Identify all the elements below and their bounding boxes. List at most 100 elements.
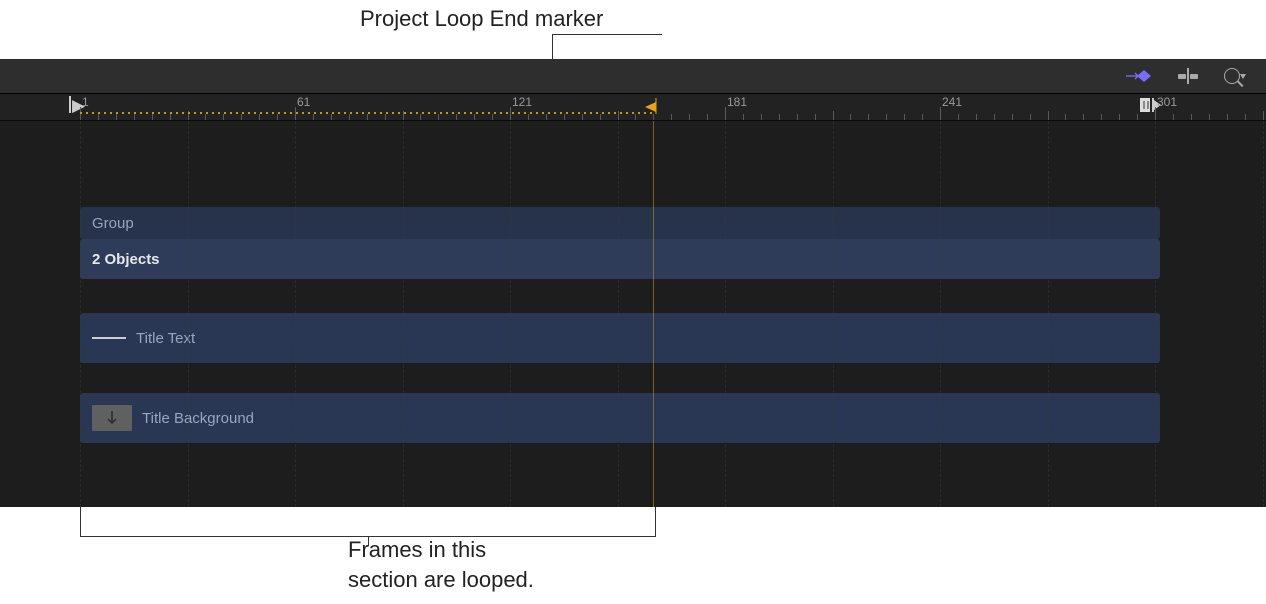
timeline-tracks-area[interactable]: Group 2 Objects Title Text Title Backgro…: [0, 121, 1266, 507]
grid-line: [618, 121, 619, 507]
project-loop-end-marker[interactable]: [643, 98, 657, 114]
ruler-tick: [331, 114, 332, 120]
ruler-tick: [1119, 114, 1120, 120]
callout-loop-frames: Frames in thissection are looped.: [348, 535, 534, 594]
ruler-label: 181: [727, 95, 747, 109]
grid-line: [940, 121, 941, 507]
ruler-label: 241: [942, 95, 962, 109]
clip-label: Title Background: [142, 410, 254, 427]
ruler-tick: [152, 114, 153, 120]
grid-line: [1263, 121, 1264, 507]
ruler-tick: [420, 114, 421, 120]
track-clip-title-text[interactable]: Title Text: [80, 313, 1160, 363]
ruler-tick: [958, 114, 959, 120]
ruler-tick: [1173, 114, 1174, 120]
grid-line: [1155, 121, 1156, 507]
ruler-tick: [438, 114, 439, 120]
ruler-tick: [1137, 114, 1138, 120]
snapping-icon[interactable]: [1178, 68, 1198, 84]
grid-line: [1048, 121, 1049, 507]
keyframe-icon[interactable]: [1124, 69, 1152, 83]
ruler-tick: [653, 114, 654, 120]
ruler-tick: [241, 114, 242, 120]
ruler-tick: [922, 114, 923, 120]
zoom-control[interactable]: [1224, 68, 1246, 84]
grid-line: [188, 121, 189, 507]
ruler-tick: [546, 114, 547, 120]
ruler-tick: [815, 114, 816, 120]
grid-line: [80, 121, 81, 507]
ruler-tick: [259, 114, 260, 120]
ruler-tick: [707, 114, 708, 120]
timeline-toolbar: [0, 59, 1266, 94]
group-label: Group: [92, 215, 134, 232]
grid-line: [510, 121, 511, 507]
ruler-tick: [492, 114, 493, 120]
ruler-tick: [134, 114, 135, 120]
ruler-tick: [743, 114, 744, 120]
ruler-tick: [1101, 114, 1102, 120]
ruler-tick: [205, 114, 206, 120]
ruler-label: 1: [82, 95, 89, 109]
ruler-tick: [635, 114, 636, 120]
ruler-tick: [1209, 114, 1210, 120]
ruler-label: 61: [297, 95, 310, 109]
ruler-tick: [1155, 107, 1156, 120]
ruler-tick: [689, 114, 690, 120]
loop-end-line: [653, 121, 654, 507]
ruler-tick: [850, 114, 851, 120]
grid-line: [833, 121, 834, 507]
ruler-tick: [833, 111, 834, 120]
chevron-down-icon: [1240, 74, 1246, 79]
clip-label: Title Text: [136, 330, 195, 347]
ruler-tick: [1012, 114, 1013, 120]
ruler-tick: [564, 114, 565, 120]
ruler-tick: [582, 114, 583, 120]
ruler-tick: [1048, 111, 1049, 120]
ruler-tick: [98, 114, 99, 120]
ruler-tick: [940, 107, 941, 120]
ruler-tick: [886, 114, 887, 120]
ruler-tick: [1065, 114, 1066, 120]
callout-loop-end: Project Loop End marker: [360, 4, 603, 34]
ruler-tick: [1263, 111, 1264, 120]
ruler-tick: [1030, 114, 1031, 120]
leader-line-bottom: [80, 507, 656, 537]
ruler-tick: [313, 114, 314, 120]
ruler-tick: [1083, 114, 1084, 120]
ruler-tick: [1191, 114, 1192, 120]
ruler-tick: [349, 114, 350, 120]
ruler-tick: [367, 114, 368, 120]
track-clip-title-background[interactable]: Title Background: [80, 393, 1160, 443]
ruler-tick: [671, 114, 672, 120]
ruler-tick: [994, 114, 995, 120]
ruler-tick: [976, 114, 977, 120]
ruler-tick: [868, 114, 869, 120]
ruler-tick: [779, 114, 780, 120]
ruler-label: 301: [1157, 95, 1177, 109]
ruler-tick: [1245, 114, 1246, 120]
ruler-tick: [797, 114, 798, 120]
grid-line: [725, 121, 726, 507]
loop-range[interactable]: [80, 112, 653, 114]
zoom-icon: [1224, 68, 1240, 84]
group-summary-clip[interactable]: 2 Objects: [80, 239, 1160, 279]
ruler-tick: [904, 114, 905, 120]
ruler-tick: [528, 114, 529, 120]
timeline-panel: ▶ 161121181241301 Group 2 Objects Title …: [0, 59, 1266, 507]
ruler-tick: [170, 114, 171, 120]
ruler-tick: [116, 114, 117, 120]
ruler-tick: [725, 107, 726, 120]
group-count: 2 Objects: [92, 251, 160, 268]
ruler-tick: [385, 114, 386, 120]
ruler-tick: [1227, 114, 1228, 120]
clip-thumbnail: [92, 337, 126, 339]
grid-line: [403, 121, 404, 507]
ruler-tick: [277, 114, 278, 120]
ruler-tick: [761, 114, 762, 120]
clip-thumbnail: [92, 405, 132, 431]
group-header-clip[interactable]: Group: [80, 207, 1160, 239]
ruler-tick: [223, 114, 224, 120]
timeline-ruler[interactable]: ▶ 161121181241301: [0, 94, 1266, 121]
ruler-label: 121: [512, 95, 532, 109]
